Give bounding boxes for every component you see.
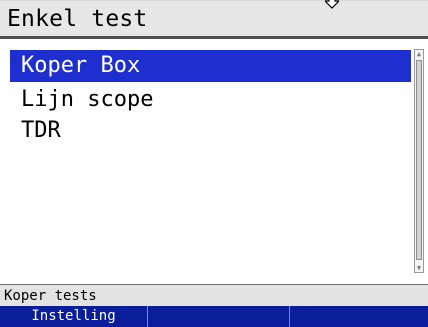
softkey-instelling[interactable]: Instelling	[0, 306, 148, 327]
menu-item-tdr[interactable]: TDR	[10, 115, 411, 147]
title-bar: Enkel test	[0, 0, 428, 36]
scroll-up-icon[interactable]: ▲	[416, 51, 422, 58]
softkey-2[interactable]	[148, 306, 290, 327]
status-bar: Koper tests	[0, 284, 428, 306]
scrollbar[interactable]: ▲ ▼	[414, 49, 424, 273]
menu-item-koper-box[interactable]: Koper Box	[10, 50, 411, 82]
softkey-3[interactable]	[290, 306, 428, 327]
scroll-down-icon[interactable]: ▼	[416, 265, 422, 272]
down-arrow-icon	[325, 0, 339, 9]
page-title: Enkel test	[7, 6, 148, 32]
status-text: Koper tests	[4, 288, 97, 304]
menu-item-lijn-scope[interactable]: Lijn scope	[10, 84, 411, 116]
test-menu-list: Koper Box Lijn scope TDR ▲ ▼	[0, 39, 428, 284]
softkey-bar: Instelling	[0, 306, 428, 327]
scroll-thumb[interactable]	[416, 60, 422, 260]
